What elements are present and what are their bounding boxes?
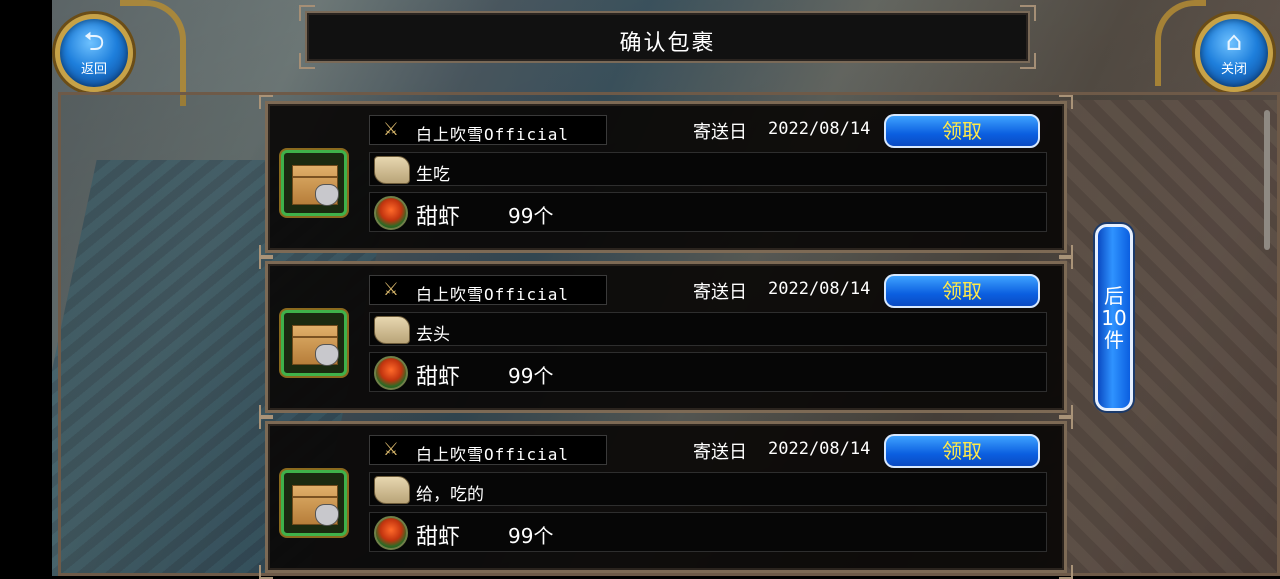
- crossed-swords-icon: ⚔: [382, 279, 400, 300]
- send-date-label: 寄送日: [693, 122, 747, 143]
- sweet-shrimp-icon: [374, 356, 408, 390]
- item-name: 甜虾: [416, 525, 461, 550]
- sender-name: 白上吹雪Official: [416, 445, 570, 464]
- parcel-box-icon: [281, 150, 347, 216]
- title-bar: 确认包裹: [299, 5, 1036, 69]
- parcel-box-icon: [281, 310, 347, 376]
- claim-button[interactable]: 领取: [884, 274, 1040, 308]
- item-row: 甜虾 99个: [369, 352, 1047, 392]
- message-text: 去头: [416, 325, 450, 345]
- item-quantity: 99个: [508, 524, 554, 548]
- parcel-card: ⚔ 白上吹雪Official 寄送日 2022/08/14 领取 给，吃的 甜虾…: [259, 415, 1073, 579]
- sender-name: 白上吹雪Official: [416, 285, 570, 304]
- parcel-card: ⚔ 白上吹雪Official 寄送日 2022/08/14 领取 去头 甜虾 9…: [259, 255, 1073, 419]
- next-button-char: 后: [1104, 284, 1124, 308]
- sweet-shrimp-icon: [374, 196, 408, 230]
- parcel-card: ⚔ 白上吹雪Official 寄送日 2022/08/14 领取 生吃 甜虾 9…: [259, 95, 1073, 259]
- item-name: 甜虾: [416, 205, 461, 230]
- send-date-label: 寄送日: [693, 442, 747, 463]
- next-button-char: 10: [1101, 306, 1127, 330]
- message-row: 去头: [369, 312, 1047, 346]
- send-date: 2022/08/14: [768, 439, 871, 459]
- sender-field: ⚔ 白上吹雪Official: [369, 435, 607, 465]
- sender-name: 白上吹雪Official: [416, 125, 570, 144]
- back-button[interactable]: ⮌ 返回: [55, 14, 133, 92]
- message-row: 生吃: [369, 152, 1047, 186]
- scroll-icon: [374, 156, 410, 184]
- back-button-label: 返回: [80, 62, 107, 77]
- sender-field: ⚔ 白上吹雪Official: [369, 275, 607, 305]
- next-button-char: 件: [1104, 328, 1124, 352]
- message-row: 给，吃的: [369, 472, 1047, 506]
- item-quantity: 99个: [508, 204, 554, 228]
- message-text: 给，吃的: [416, 485, 484, 505]
- scroll-icon: [374, 316, 410, 344]
- item-row: 甜虾 99个: [369, 192, 1047, 232]
- claim-button[interactable]: 领取: [884, 434, 1040, 468]
- close-button[interactable]: ⌂ 关闭: [1195, 14, 1273, 92]
- message-text: 生吃: [416, 165, 450, 185]
- crossed-swords-icon: ⚔: [382, 119, 400, 140]
- return-arrow-icon: ⮌: [83, 27, 105, 57]
- item-name: 甜虾: [416, 365, 461, 390]
- parcel-box-icon: [281, 470, 347, 536]
- home-icon: ⌂: [1225, 27, 1243, 57]
- send-date: 2022/08/14: [768, 119, 871, 139]
- send-date: 2022/08/14: [768, 279, 871, 299]
- send-date-label: 寄送日: [693, 282, 747, 303]
- crossed-swords-icon: ⚔: [382, 439, 400, 460]
- sweet-shrimp-icon: [374, 516, 408, 550]
- next-10-button[interactable]: 后 10 件: [1095, 224, 1133, 411]
- claim-button[interactable]: 领取: [884, 114, 1040, 148]
- item-row: 甜虾 99个: [369, 512, 1047, 552]
- scrollbar[interactable]: [1264, 110, 1270, 250]
- close-button-label: 关闭: [1220, 62, 1247, 77]
- page-title: 确认包裹: [619, 31, 716, 56]
- item-quantity: 99个: [508, 364, 554, 388]
- scroll-icon: [374, 476, 410, 504]
- sender-field: ⚔ 白上吹雪Official: [369, 115, 607, 145]
